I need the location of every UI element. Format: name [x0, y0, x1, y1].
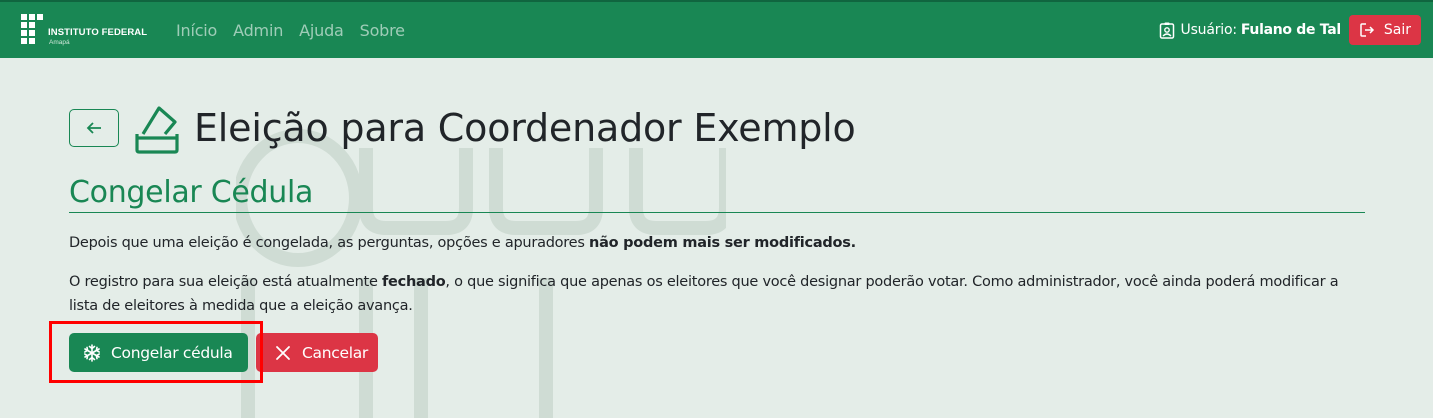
title-row: Eleição para Coordenador Exemplo	[69, 104, 1365, 154]
user-area: Usuário: Fulano de Tal Sair	[1159, 15, 1421, 45]
para2-before: O registro para sua eleição está atualme…	[69, 274, 382, 290]
brand-name: INSTITUTO FEDERAL	[48, 27, 148, 38]
snowflake-icon	[84, 343, 100, 362]
freeze-ballot-button[interactable]: Congelar cédula	[69, 333, 248, 372]
cancel-button[interactable]: Cancelar	[256, 333, 378, 372]
logout-icon	[1360, 23, 1374, 37]
nav-link-inicio[interactable]: Início	[176, 21, 217, 40]
user-name: Fulano de Tal	[1240, 22, 1341, 38]
nav-link-sobre[interactable]: Sobre	[360, 21, 405, 40]
top-navbar: INSTITUTO FEDERAL Amapá Início Admin Aju…	[0, 0, 1433, 58]
background-watermark-logo	[236, 129, 726, 418]
nav-link-ajuda[interactable]: Ajuda	[299, 21, 344, 40]
para1-bold: não podem mais ser modificados.	[589, 235, 856, 251]
brand-campus: Amapá	[49, 39, 70, 46]
x-icon	[276, 345, 290, 360]
para1-text: Depois que uma eleição é congelada, as p…	[69, 235, 590, 251]
user-badge-icon	[1159, 22, 1174, 39]
nav-links: Início Admin Ajuda Sobre	[176, 21, 405, 40]
user-label: Usuário:	[1180, 22, 1238, 38]
para2-bold: fechado	[381, 274, 446, 290]
brand-logo-icon	[21, 14, 43, 44]
logout-button[interactable]: Sair	[1348, 15, 1421, 45]
registration-info-text: O registro para sua eleição está atualme…	[69, 270, 1365, 318]
freeze-ballot-label: Congelar cédula	[111, 343, 233, 362]
section-title: Congelar Cédula	[69, 174, 1365, 213]
logout-label: Sair	[1383, 22, 1411, 38]
freeze-warning-text: Depois que uma eleição é congelada, as p…	[69, 232, 1365, 254]
page-title: Eleição para Coordenador Exemplo	[194, 106, 856, 150]
ballot-box-icon	[135, 106, 179, 154]
cancel-label: Cancelar	[302, 343, 368, 362]
main-content: Eleição para Coordenador Exemplo Congela…	[49, 104, 1365, 383]
nav-link-admin[interactable]: Admin	[233, 21, 283, 40]
back-button[interactable]	[69, 109, 119, 147]
arrow-left-icon	[86, 122, 101, 134]
brand-logo[interactable]: INSTITUTO FEDERAL Amapá	[20, 13, 150, 49]
